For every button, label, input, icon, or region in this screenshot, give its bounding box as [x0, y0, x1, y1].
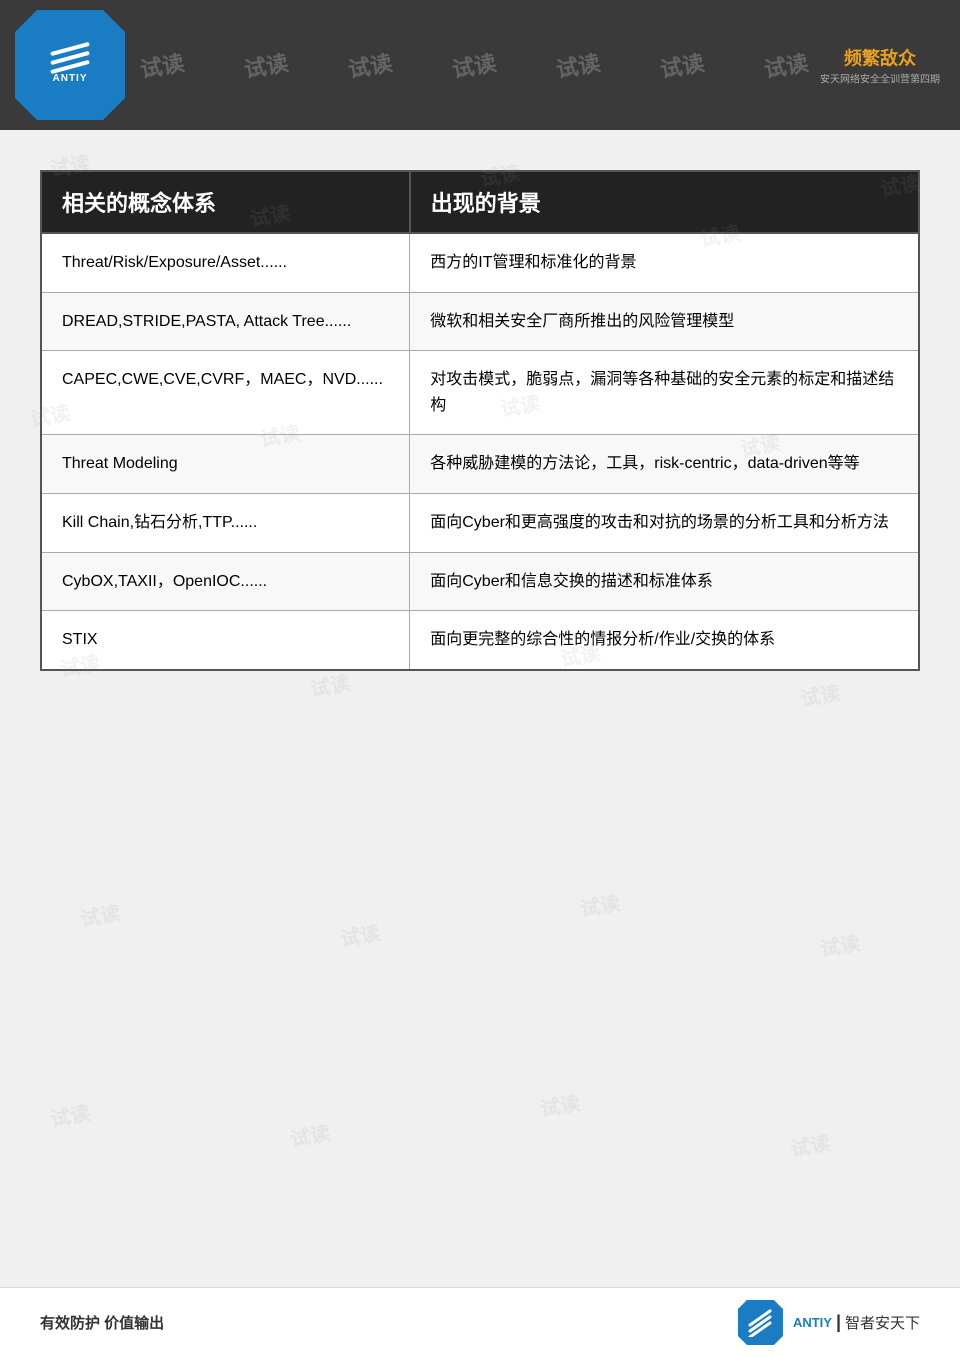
table-header-row: 相关的概念体系 出现的背景 — [41, 171, 919, 233]
body-watermark-19: 试读 — [538, 1087, 582, 1123]
table-cell-concept: Kill Chain,钻石分析,TTP...... — [41, 493, 410, 552]
table-row: Threat/Risk/Exposure/Asset......西方的IT管理和… — [41, 233, 919, 292]
footer-brand: ANTIY | 智者安天下 — [738, 1300, 920, 1345]
table-row: Kill Chain,钻石分析,TTP......面向Cyber和更高强度的攻击… — [41, 493, 919, 552]
col2-header: 出现的背景 — [410, 171, 919, 233]
watermark-6: 试读 — [658, 45, 707, 84]
logo-lines — [50, 47, 90, 69]
watermark-2: 试读 — [242, 45, 291, 84]
watermark-5: 试读 — [554, 45, 603, 84]
table-cell-concept: Threat Modeling — [41, 435, 410, 494]
table-cell-concept: Threat/Risk/Exposure/Asset...... — [41, 233, 410, 292]
watermark-4: 试读 — [450, 45, 499, 84]
watermark-3: 试读 — [346, 45, 395, 84]
footer-antiy-label: ANTIY — [793, 1315, 832, 1330]
page-footer: 有效防护 价值输出 ANTIY | 智者安天下 — [0, 1287, 960, 1357]
table-cell-concept: DREAD,STRIDE,PASTA, Attack Tree...... — [41, 292, 410, 351]
header-right-brand: 频繁敌众 安天网络安全全训营第四期 — [820, 45, 940, 86]
table-row: STIX面向更完整的综合性的情报分析/作业/交换的体系 — [41, 611, 919, 670]
table-cell-background: 西方的IT管理和标准化的背景 — [410, 233, 919, 292]
footer-logo-icon — [738, 1300, 783, 1345]
table-cell-background: 面向Cyber和信息交换的描述和标准体系 — [410, 552, 919, 611]
table-body: Threat/Risk/Exposure/Asset......西方的IT管理和… — [41, 233, 919, 670]
body-watermark-16: 试读 — [818, 927, 862, 963]
body-watermark-13: 试读 — [78, 897, 122, 933]
table-cell-concept: CybOX,TAXII，OpenIOC...... — [41, 552, 410, 611]
watermark-1: 试读 — [138, 45, 187, 84]
page-header: ANTIY 试读 试读 试读 试读 试读 试读 试读 频繁敌众 安天网络安全全训… — [0, 0, 960, 130]
logo-label: ANTIY — [53, 73, 88, 84]
footer-slogan: 有效防护 价值输出 — [40, 1312, 164, 1333]
table-cell-background: 微软和相关安全厂商所推出的风险管理模型 — [410, 292, 919, 351]
col1-header: 相关的概念体系 — [41, 171, 410, 233]
body-watermark-20: 试读 — [788, 1127, 832, 1163]
table-row: Threat Modeling各种威胁建模的方法论，工具，risk-centri… — [41, 435, 919, 494]
table-cell-background: 各种威胁建模的方法论，工具，risk-centric，data-driven等等 — [410, 435, 919, 494]
table-row: CAPEC,CWE,CVE,CVRF，MAEC，NVD......对攻击模式，脆… — [41, 351, 919, 435]
body-watermark-18: 试读 — [288, 1117, 332, 1153]
body-watermark-14: 试读 — [338, 917, 382, 953]
table-cell-concept: CAPEC,CWE,CVE,CVRF，MAEC，NVD...... — [41, 351, 410, 435]
footer-separator: | — [836, 1312, 841, 1333]
table-row: DREAD,STRIDE,PASTA, Attack Tree......微软和… — [41, 292, 919, 351]
antiy-logo: ANTIY — [15, 10, 125, 120]
brand-subtitle: 安天网络安全全训营第四期 — [820, 71, 940, 86]
table-row: CybOX,TAXII，OpenIOC......面向Cyber和信息交换的描述… — [41, 552, 919, 611]
header-watermarks: 试读 试读 试读 试读 试读 试读 试读 — [0, 0, 960, 130]
table-cell-background: 对攻击模式，脆弱点，漏洞等各种基础的安全元素的标定和描述结构 — [410, 351, 919, 435]
main-content: 相关的概念体系 出现的背景 Threat/Risk/Exposure/Asset… — [0, 130, 960, 701]
footer-tagline: 智者安天下 — [845, 1312, 920, 1333]
concept-table: 相关的概念体系 出现的背景 Threat/Risk/Exposure/Asset… — [40, 170, 920, 671]
brand-name: 频繁敌众 — [844, 45, 916, 71]
table-cell-concept: STIX — [41, 611, 410, 670]
table-cell-background: 面向更完整的综合性的情报分析/作业/交换的体系 — [410, 611, 919, 670]
footer-brand-text: ANTIY | 智者安天下 — [793, 1312, 920, 1333]
watermark-7: 试读 — [762, 45, 811, 84]
table-cell-background: 面向Cyber和更高强度的攻击和对抗的场景的分析工具和分析方法 — [410, 493, 919, 552]
body-watermark-15: 试读 — [578, 887, 622, 923]
body-watermark-17: 试读 — [48, 1097, 92, 1133]
footer-logo-svg — [746, 1309, 774, 1337]
